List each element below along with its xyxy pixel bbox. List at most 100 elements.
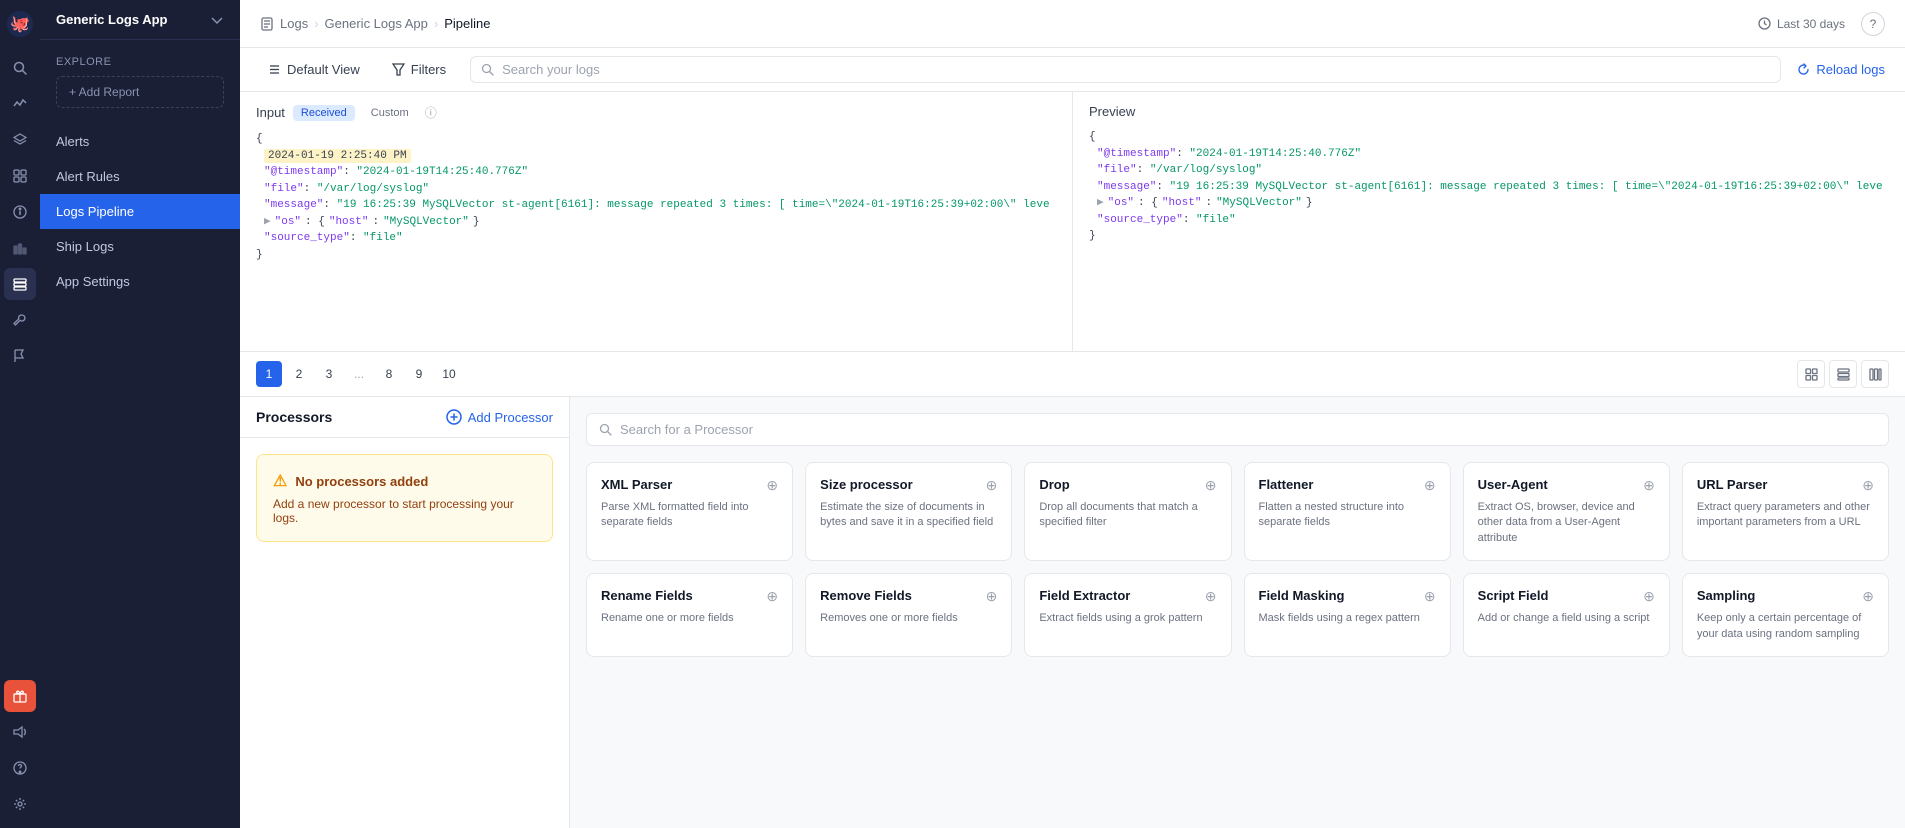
proc-mask-add-icon[interactable]: ⊕: [1424, 588, 1436, 605]
search-icon-btn[interactable]: [4, 52, 36, 84]
sidebar-item-ship-logs[interactable]: Ship Logs: [40, 229, 240, 264]
sidebar-item-alert-rules[interactable]: Alert Rules: [40, 159, 240, 194]
proc-sampling-add-icon[interactable]: ⊕: [1862, 588, 1874, 605]
reload-label: Reload logs: [1816, 62, 1885, 77]
processors-content: ⚠ No processors added Add a new processo…: [240, 438, 569, 828]
code-file-key: "file": "/var/log/syslog": [264, 181, 1056, 198]
help-button[interactable]: ?: [1861, 12, 1885, 36]
pipeline-icon-btn[interactable]: [4, 268, 36, 300]
proc-card-xml-parser[interactable]: XML Parser ⊕ Parse XML formatted field i…: [586, 462, 793, 561]
proc-card-field-extractor[interactable]: Field Extractor ⊕ Extract fields using a…: [1024, 573, 1231, 657]
proc-card-remove-fields[interactable]: Remove Fields ⊕ Removes one or more fiel…: [805, 573, 1012, 657]
prev-expand-icon[interactable]: ▶: [1097, 195, 1104, 212]
proc-extractor-add-icon[interactable]: ⊕: [1205, 588, 1217, 605]
help-sidebar-icon[interactable]: [4, 752, 36, 784]
proc-search-placeholder: Search for a Processor: [620, 422, 753, 437]
code-line-1: {: [256, 131, 1056, 148]
info-icon-btn[interactable]: [4, 196, 36, 228]
proc-card-size-processor[interactable]: Size processor ⊕ Estimate the size of do…: [805, 462, 1012, 561]
add-processor-button[interactable]: Add Processor: [446, 409, 553, 425]
proc-script-add-icon[interactable]: ⊕: [1643, 588, 1655, 605]
code-os-key: ▶ "os": {"host": "MySQLVector"}: [264, 214, 1056, 231]
proc-xml-add-icon[interactable]: ⊕: [766, 477, 778, 494]
barchart-icon-btn[interactable]: [4, 232, 36, 264]
svg-text:🐙: 🐙: [10, 16, 30, 33]
proc-extractor-desc: Extract fields using a grok pattern: [1039, 611, 1216, 626]
proc-card-url-parser[interactable]: URL Parser ⊕ Extract query parameters an…: [1682, 462, 1889, 561]
page-1-btn[interactable]: 1: [256, 361, 282, 387]
prev-msg-key: "message": "19 16:25:39 MySQLVector st-a…: [1097, 179, 1889, 196]
topbar: Logs › Generic Logs App › Pipeline Last …: [240, 0, 1905, 48]
view-grid-btn[interactable]: [1797, 360, 1825, 388]
sidebar-item-app-settings[interactable]: App Settings: [40, 264, 240, 299]
sidebar-item-logs-pipeline[interactable]: Logs Pipeline: [40, 194, 240, 229]
proc-url-title: URL Parser: [1697, 477, 1768, 492]
proc-flat-title: Flattener: [1259, 477, 1314, 492]
proc-search-icon: [599, 423, 612, 436]
add-processor-label: Add Processor: [468, 410, 553, 425]
grid-icon-btn[interactable]: [4, 160, 36, 192]
page-9-btn[interactable]: 9: [406, 361, 432, 387]
app-logo[interactable]: 🐙: [4, 8, 36, 40]
input-code-block: { 2024-01-19 2:25:40 PM "@timestamp": "2…: [256, 131, 1056, 263]
proc-card-drop[interactable]: Drop ⊕ Drop all documents that match a s…: [1024, 462, 1231, 561]
pagination-bar: 1 2 3 ... 8 9 10: [240, 352, 1905, 397]
settings-icon-btn[interactable]: [4, 788, 36, 820]
plus-circle-icon: [446, 409, 462, 425]
gift-icon-btn[interactable]: [4, 680, 36, 712]
proc-ua-add-icon[interactable]: ⊕: [1643, 477, 1655, 494]
proc-ua-desc: Extract OS, browser, device and other da…: [1478, 500, 1655, 546]
info-icon[interactable]: ⓘ: [425, 104, 437, 121]
code-close: }: [256, 247, 1056, 264]
page-8-btn[interactable]: 8: [376, 361, 402, 387]
filters-btn[interactable]: Filters: [384, 58, 454, 81]
expand-icon[interactable]: ▶: [264, 214, 271, 231]
sidebar-item-alerts[interactable]: Alerts: [40, 124, 240, 159]
breadcrumb-current: Pipeline: [444, 16, 490, 31]
view-list-btn[interactable]: [1829, 360, 1857, 388]
breadcrumb-app[interactable]: Generic Logs App: [325, 16, 428, 31]
tab-received[interactable]: Received: [293, 105, 355, 121]
reload-btn[interactable]: Reload logs: [1797, 62, 1885, 77]
proc-flat-add-icon[interactable]: ⊕: [1424, 477, 1436, 494]
proc-card-script-field[interactable]: Script Field ⊕ Add or change a field usi…: [1463, 573, 1670, 657]
default-view-btn[interactable]: Default View: [260, 58, 368, 81]
input-title: Input: [256, 105, 285, 120]
tab-custom[interactable]: Custom: [363, 105, 417, 121]
proc-rename-add-icon[interactable]: ⊕: [766, 588, 778, 605]
proc-card-flattener[interactable]: Flattener ⊕ Flatten a nested structure i…: [1244, 462, 1451, 561]
page-3-btn[interactable]: 3: [316, 361, 342, 387]
proc-card-rename-fields[interactable]: Rename Fields ⊕ Rename one or more field…: [586, 573, 793, 657]
view-cols-btn[interactable]: [1861, 360, 1889, 388]
flag-icon-btn[interactable]: [4, 340, 36, 372]
processor-search[interactable]: Search for a Processor: [586, 413, 1889, 446]
prev-code-close: }: [1089, 228, 1889, 245]
add-report-button[interactable]: + Add Report: [56, 76, 224, 108]
page-2-btn[interactable]: 2: [286, 361, 312, 387]
time-range[interactable]: Last 30 days: [1758, 17, 1845, 31]
proc-rename-title: Rename Fields: [601, 588, 693, 603]
proc-url-add-icon[interactable]: ⊕: [1862, 477, 1874, 494]
proc-card-user-agent[interactable]: User-Agent ⊕ Extract OS, browser, device…: [1463, 462, 1670, 561]
page-10-btn[interactable]: 10: [436, 361, 462, 387]
layers-icon-btn[interactable]: [4, 124, 36, 156]
activity-icon-btn[interactable]: [4, 88, 36, 120]
proc-size-add-icon[interactable]: ⊕: [986, 477, 998, 494]
proc-card-sampling[interactable]: Sampling ⊕ Keep only a certain percentag…: [1682, 573, 1889, 657]
input-preview-panels: Input Received Custom ⓘ { 2024-01-19 2:2…: [240, 92, 1905, 352]
proc-remove-add-icon[interactable]: ⊕: [986, 588, 998, 605]
no-proc-desc: Add a new processor to start processing …: [273, 497, 536, 525]
sidebar-explore-section: Explore + Add Report: [40, 40, 240, 116]
log-search-box[interactable]: Search your logs: [470, 56, 1781, 83]
prev-code-line-1: {: [1089, 129, 1889, 146]
breadcrumb-logs[interactable]: Logs: [280, 16, 308, 31]
proc-drop-title: Drop: [1039, 477, 1069, 492]
proc-drop-add-icon[interactable]: ⊕: [1205, 477, 1217, 494]
chevron-down-icon[interactable]: [210, 13, 224, 27]
tool-icon-btn[interactable]: [4, 304, 36, 336]
proc-card-field-masking[interactable]: Field Masking ⊕ Mask fields using a rege…: [1244, 573, 1451, 657]
processors-section: Processors Add Processor ⚠: [240, 397, 1905, 828]
processors-right-panel: Search for a Processor XML Parser ⊕ Pars…: [570, 397, 1905, 828]
default-view-label: Default View: [287, 62, 360, 77]
volume-icon-btn[interactable]: [4, 716, 36, 748]
